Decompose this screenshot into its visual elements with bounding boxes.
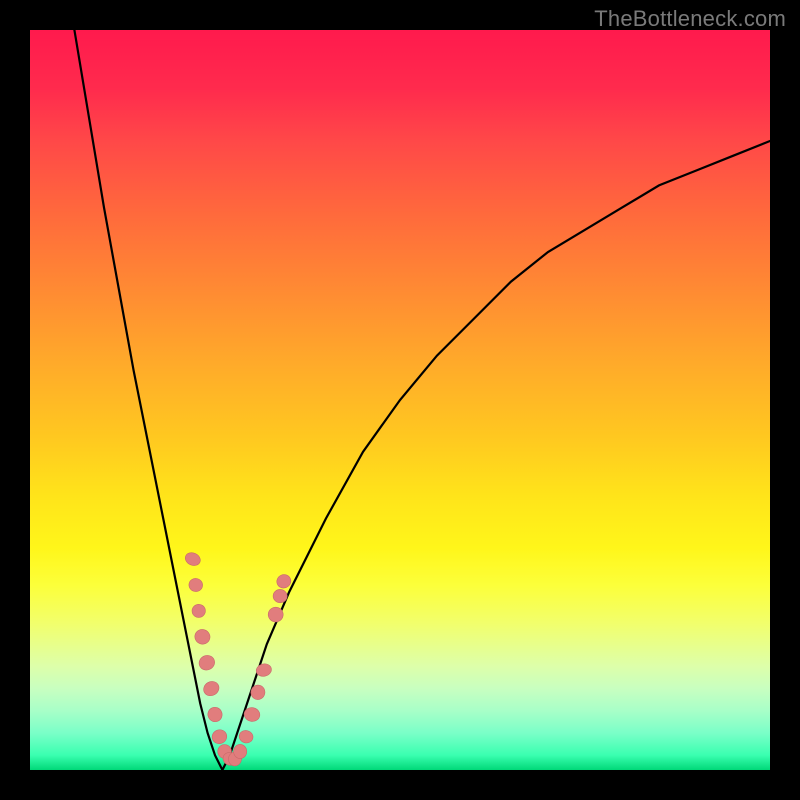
data-point [197,653,217,672]
data-point [201,679,221,699]
watermark-text: TheBottleneck.com [594,6,786,32]
data-point [238,729,255,744]
data-points-group [183,550,293,767]
chart-frame: TheBottleneck.com [0,0,800,800]
data-point [193,627,212,646]
data-point [188,577,204,593]
data-point [205,705,224,724]
data-point [255,662,273,677]
data-point [233,744,247,758]
data-point [210,728,228,746]
curve-right [222,141,770,770]
plot-area [30,30,770,770]
chart-svg [30,30,770,770]
data-point [191,603,206,618]
data-point [183,550,202,567]
